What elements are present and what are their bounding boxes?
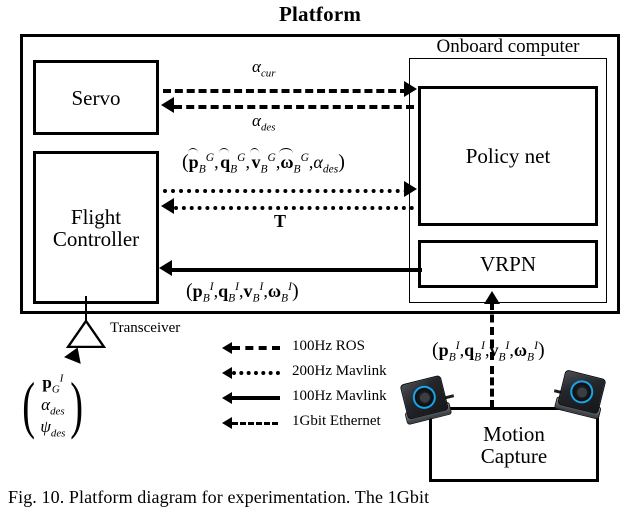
alpha-des-arrowhead <box>161 97 174 113</box>
ground-command-row-2: ψdes <box>40 417 66 440</box>
vector-paren-left: ( <box>22 368 36 440</box>
transceiver-label: Transceiver <box>110 320 181 336</box>
thrust-label: T <box>274 211 287 231</box>
ground-command-row-1: αdes <box>41 395 65 418</box>
legend-item-1: 200Hz Mavlink <box>222 363 422 388</box>
ground-command-row-0: pGI <box>42 372 64 396</box>
vector-paren-right: ) <box>70 368 84 440</box>
legend: 100Hz ROS 200Hz Mavlink 100Hz Mavlink 1G… <box>222 338 422 438</box>
motion-capture-label: Motion Capture <box>432 422 596 466</box>
legend-item-0: 100Hz ROS <box>222 338 422 363</box>
policy-input-label: (pBG, qBG, vBG,ωBG,αdes) <box>182 148 345 176</box>
alpha-des-label: αdes <box>252 111 276 134</box>
motion-capture-label-line1: Motion <box>483 421 545 446</box>
alpha-des-line <box>174 105 414 109</box>
flight-controller-label-line2: Controller <box>52 226 140 251</box>
legend-label-0: 100Hz ROS <box>292 338 365 354</box>
motion-capture-block: Motion Capture <box>429 407 599 482</box>
servo-label: Servo <box>71 85 121 110</box>
policy-net-label: Policy net <box>465 143 551 168</box>
figure-canvas: Platform Servo Flight Controller Onboard… <box>0 0 640 508</box>
legend-label-2: 100Hz Mavlink <box>292 388 387 404</box>
thrust-line <box>174 206 414 210</box>
antenna-stem <box>85 296 87 322</box>
legend-label-1: 200Hz Mavlink <box>292 363 387 379</box>
vrpn-label: VRPN <box>479 251 537 276</box>
flight-controller-label: Flight Controller <box>36 205 156 249</box>
servo-block: Servo <box>33 60 159 135</box>
alpha-cur-label: αcur <box>252 57 276 80</box>
alpha-cur-arrowhead <box>404 81 417 97</box>
figure-caption: Fig. 10. Platform diagram for experiment… <box>8 487 632 508</box>
policy-net-block: Policy net <box>418 86 598 226</box>
legend-item-2: 100Hz Mavlink <box>222 388 422 413</box>
vrpn-block: VRPN <box>418 240 598 288</box>
ethernet-line <box>490 366 494 408</box>
state-feedback-arrowhead <box>159 260 172 276</box>
legend-label-3: 1Gbit Ethernet <box>292 413 381 429</box>
thrust-arrowhead <box>161 198 174 214</box>
ground-command-vector: ( pGI αdes ψdes ) <box>18 368 88 440</box>
state-inertial-label: (pBI,qBI,vBI,ωBI) <box>186 280 299 305</box>
motion-capture-label-line2: Capture <box>480 443 548 468</box>
alpha-cur-line <box>163 89 408 93</box>
figure-title: Platform <box>278 2 362 26</box>
state-feedback-line <box>172 268 422 272</box>
flight-controller-label-line1: Flight <box>70 204 122 229</box>
legend-item-3: 1Gbit Ethernet <box>222 413 422 438</box>
policy-input-line <box>163 189 408 193</box>
mocap-state-label: (pBI,qBI,vBI,ωBI) <box>432 339 545 364</box>
flight-controller-block: Flight Controller <box>33 151 159 304</box>
onboard-computer-label: Onboard computer <box>436 36 580 57</box>
figure-caption-text: Fig. 10. Platform diagram for experiment… <box>8 487 430 507</box>
policy-input-arrowhead <box>404 181 417 197</box>
